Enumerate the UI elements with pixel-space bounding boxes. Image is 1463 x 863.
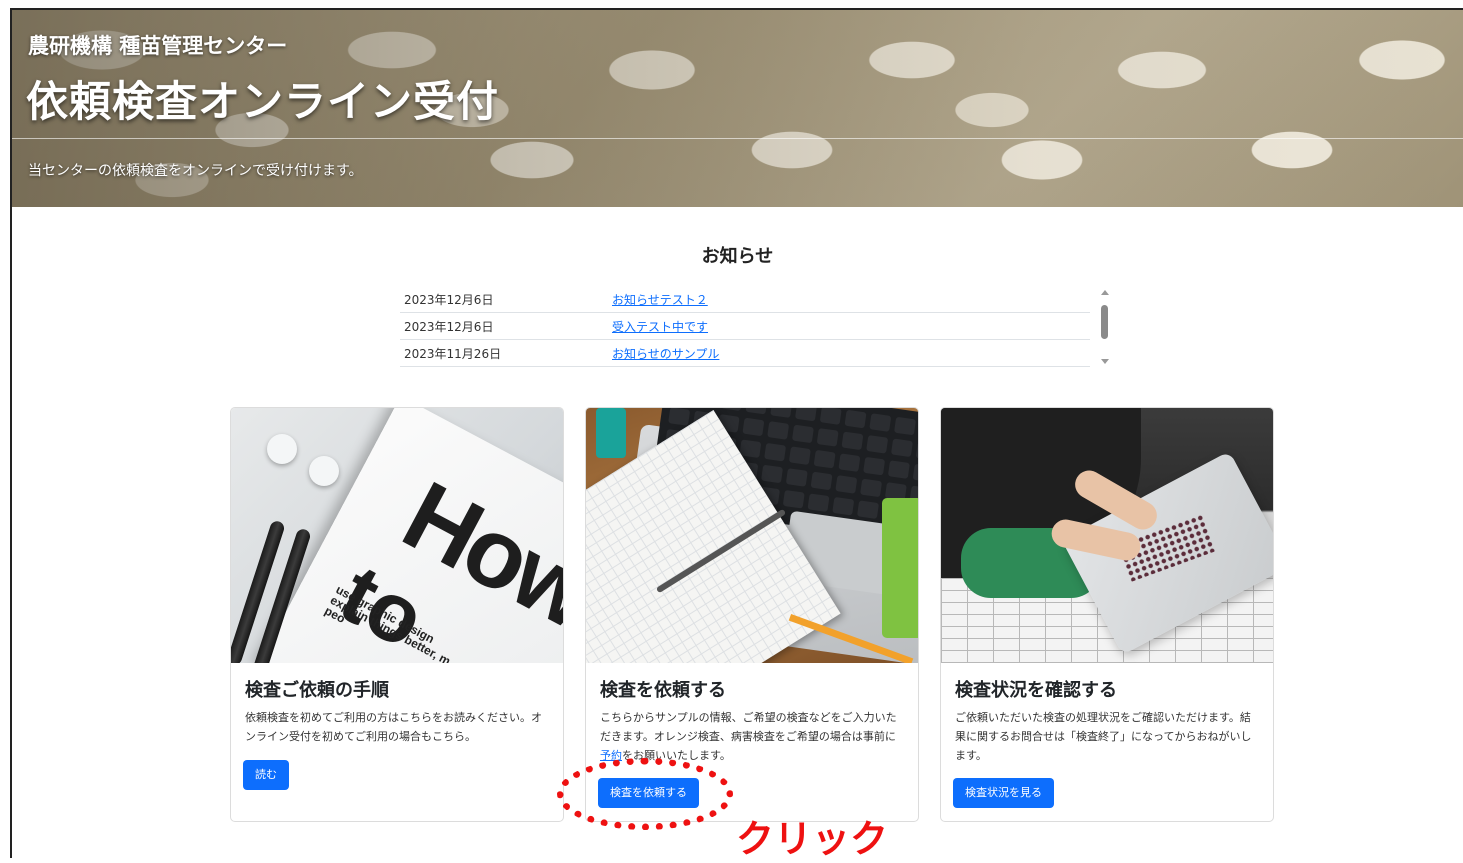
view-status-button[interactable]: 検査状況を見る — [953, 778, 1054, 808]
keyboard-key — [856, 500, 880, 520]
howto-book-image: How to use graphic design explain things… — [231, 408, 563, 663]
keyboard-key — [739, 439, 762, 459]
hero-divider — [12, 138, 1463, 139]
keyboard-key — [912, 463, 918, 483]
page-title: 依頼検査オンライン受付 — [26, 77, 500, 126]
scroll-up-arrow-icon[interactable] — [1101, 290, 1109, 295]
page-subtitle: 当センターの依頼検査をオンラインで受け付けます。 — [28, 163, 363, 179]
card-title: 検査状況を確認する — [955, 680, 1117, 701]
card-text: ご依頼いただいた検査の処理状況をご確認いただけます。結果に関するお問合せは「検査… — [955, 711, 1252, 762]
keyboard-key — [869, 413, 892, 432]
laptop-notepad-image — [586, 408, 918, 663]
keyboard-key — [761, 464, 784, 484]
card-check-status: 検査状況を確認する ご依頼いただいた検査の処理状況をご確認いただけます。結果に関… — [940, 407, 1274, 822]
keyboard-key — [844, 409, 867, 429]
keyboard-key — [841, 431, 864, 451]
keyboard-key — [813, 449, 836, 469]
lab-seed-inspection-image — [941, 408, 1273, 663]
keyboard-key — [770, 408, 793, 418]
card-title: 検査ご依頼の手順 — [245, 680, 389, 701]
news-table: 2023年12月6日 お知らせテスト２ 2023年12月6日 受入テスト中です … — [400, 286, 1090, 367]
card-text: 依頼検査を初めてご利用の方はこちらをお読みください。オンライン受付を初めてご利用… — [245, 711, 542, 743]
keyboard-key — [807, 493, 830, 513]
keyboard-key — [832, 496, 855, 516]
keyboard-key — [835, 475, 858, 494]
keyboard-key — [745, 408, 768, 415]
keyboard-key — [893, 416, 917, 436]
news-row: 2023年12月6日 お知らせテスト２ — [400, 286, 1090, 313]
card-title: 検査を依頼する — [600, 680, 726, 701]
card-text: こちらからサンプルの情報、ご希望の検査などをご入力いただきます。オレンジ検査、病… — [600, 708, 906, 765]
badge-icon — [267, 434, 297, 464]
click-annotation-label: クリック — [736, 817, 889, 861]
keyboard-key — [810, 471, 833, 491]
browser-viewport: 農研機構 種苗管理センター 依頼検査オンライン受付 当センターの依頼検査をオンラ… — [10, 8, 1463, 858]
keyboard-key — [915, 441, 918, 461]
scroll-down-arrow-icon[interactable] — [1101, 359, 1109, 364]
hero-banner: 農研機構 種苗管理センター 依頼検査オンライン受付 当センターの依頼検査をオンラ… — [12, 10, 1463, 207]
keyboard-key — [887, 460, 910, 479]
keyboard-key — [788, 446, 811, 465]
news-date: 2023年12月6日 — [400, 286, 608, 313]
news-link[interactable]: 受入テスト中です — [612, 320, 708, 334]
news-link[interactable]: お知らせのサンプル — [612, 347, 719, 361]
keyboard-key — [794, 408, 818, 422]
keyboard-key — [863, 456, 886, 476]
keyboard-key — [782, 489, 805, 509]
card-request-procedure: How to use graphic design explain things… — [230, 407, 564, 822]
news-heading: お知らせ — [701, 246, 774, 267]
keyboard-key — [791, 424, 814, 444]
news-row: 2023年12月6日 受入テスト中です — [400, 312, 1090, 340]
keyboard-key — [668, 408, 691, 426]
click-highlight-ellipse — [557, 758, 733, 830]
badge-icon — [309, 456, 339, 486]
keyboard-key — [742, 417, 765, 437]
organization-name: 農研機構 種苗管理センター — [28, 34, 288, 58]
calculator-icon — [882, 498, 918, 638]
news-scrollbar[interactable] — [1098, 286, 1112, 368]
keyboard-key — [866, 435, 889, 454]
keyboard-key — [838, 453, 861, 472]
keyboard-key — [785, 468, 808, 487]
news-date: 2023年11月26日 — [400, 339, 608, 367]
news-link[interactable]: お知らせテスト２ — [612, 293, 708, 307]
keyboard-key — [860, 478, 883, 498]
keyboard-key — [816, 428, 839, 447]
news-date: 2023年12月6日 — [400, 312, 608, 340]
news-row: 2023年11月26日 お知らせのサンプル — [400, 339, 1090, 367]
read-button[interactable]: 読む — [243, 760, 289, 790]
keyboard-key — [767, 421, 790, 440]
keyboard-key — [720, 408, 743, 411]
card-text-part: こちらからサンプルの情報、ご希望の検査などをご入力いただきます。オレンジ検査、病… — [600, 711, 897, 743]
keyboard-key — [890, 438, 913, 458]
keyboard-key — [819, 408, 842, 425]
keyboard-key — [764, 442, 787, 462]
news-list: 2023年12月6日 お知らせテスト２ 2023年12月6日 受入テスト中です … — [400, 286, 1112, 368]
scroll-thumb[interactable] — [1101, 305, 1108, 339]
